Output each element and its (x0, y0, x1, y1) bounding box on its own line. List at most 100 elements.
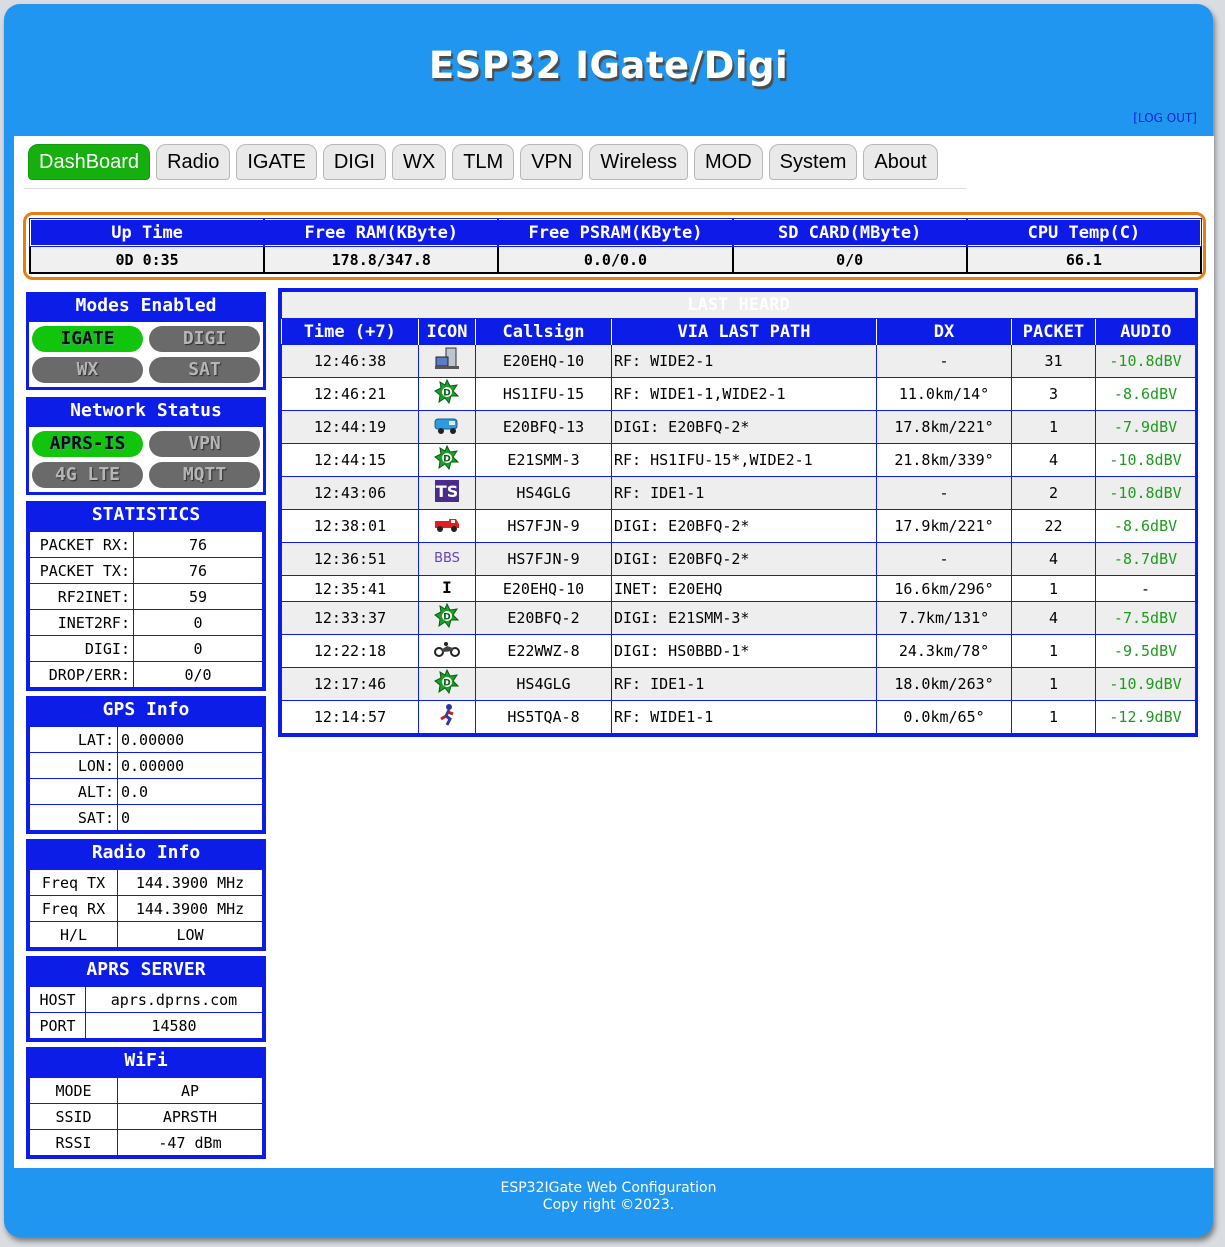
last-heard-panel: LAST HEARD Time (+7) ICON Callsign VIA LAST… (278, 288, 1198, 737)
tab-igate[interactable]: IGATE (236, 144, 317, 180)
packet-cell: 1 (1011, 667, 1096, 701)
status-pill-vpn: VPN (149, 431, 260, 457)
dx-cell: 16.6km/296° (876, 575, 1012, 602)
time-cell: 12:22:18 (281, 634, 419, 668)
tab-tlm[interactable]: TLM (452, 144, 515, 180)
logout-link[interactable]: [LOG OUT] (1133, 111, 1197, 125)
status-pill-4g-lte: 4G LTE (32, 462, 143, 488)
audio-cell: -10.8dBV (1094, 476, 1197, 510)
statistics-panel: STATISTICS PACKET RX: 76 PACKET TX: 76 RF2IN… (26, 501, 266, 691)
wifi-title: WiFi (29, 1050, 263, 1077)
time-cell: 12:46:21 (281, 377, 419, 411)
time-cell: 12:36:51 (281, 542, 419, 576)
stat-value: 178.8/347.8 (263, 245, 500, 274)
info-key: LON: (29, 752, 118, 779)
tab-system[interactable]: System (768, 144, 858, 180)
info-value: 76 (133, 557, 263, 584)
modes-title: Modes Enabled (29, 295, 263, 322)
nav-tabs: DashBoard Radio IGATE DIGI WX TLM VPN Wireless M… (28, 144, 938, 180)
info-row: MODE AP (29, 1077, 263, 1104)
time-cell: 12:44:19 (281, 410, 419, 444)
svg-text:TS: TS (436, 482, 458, 501)
column-header: AUDIO (1095, 318, 1196, 345)
page-title: ESP32 IGate/Digi (428, 44, 789, 87)
info-value: LOW (117, 921, 263, 948)
footer-title: ESP32IGate Web Configuration (500, 1180, 717, 1196)
status-pill-igate: IGATE (32, 326, 143, 352)
bbs-icon: BBS (433, 547, 461, 571)
tab-radio[interactable]: Radio (156, 144, 231, 180)
info-value: 0.00000 (117, 726, 263, 753)
time-cell: 12:17:46 (281, 667, 419, 701)
via-cell: RF: WIDE1-1,WIDE2-1 (611, 377, 877, 411)
table-row: 12:22:18 E22WWZ-8 DIGI: HS0BBD-1* 24.3km/78… (281, 634, 1197, 668)
stat-header: Free PSRAM(KByte) (497, 218, 734, 247)
call-cell: E22WWZ-8 (475, 634, 612, 668)
digi-star-icon: D (434, 668, 460, 699)
info-key: H/L (29, 921, 118, 948)
dx-cell: 18.0km/263° (876, 667, 1012, 701)
gps-title: GPS Info (29, 699, 263, 726)
info-key: DROP/ERR: (29, 661, 134, 688)
tab-about[interactable]: About (863, 144, 938, 180)
call-cell: E20BFQ-13 (475, 410, 612, 444)
table-row: 12:17:46 D HS4GLG RF: IDE1-1 18.0km/263° 1 -10… (281, 667, 1197, 701)
svg-text:D: D (443, 389, 450, 399)
via-cell: RF: IDE1-1 (611, 476, 877, 510)
info-key: LAT: (29, 726, 118, 753)
audio-cell: -7.9dBV (1094, 410, 1197, 444)
audio-cell: -7.5dBV (1094, 601, 1197, 635)
icon-cell: D (418, 601, 476, 635)
packet-cell: 1 (1011, 634, 1096, 668)
status-pill-aprs-is: APRS-IS (32, 431, 143, 457)
radio-title: Radio Info (29, 842, 263, 869)
radio-info-panel: Radio Info Freq TX 144.3900 MHz Freq RX 144… (26, 839, 266, 951)
column-header: VIA LAST PATH (611, 318, 877, 345)
info-key: PACKET TX: (29, 557, 134, 584)
footer: ESP32IGate Web Configuration Copy right … (4, 1180, 1213, 1214)
audio-cell: -10.9dBV (1094, 667, 1197, 701)
info-key: Freq TX (29, 869, 118, 896)
stat-header: Up Time (28, 218, 266, 247)
info-value: AP (117, 1077, 263, 1104)
dx-cell: 21.8km/339° (876, 443, 1012, 477)
stat-value: 66.1 (965, 245, 1203, 274)
packet-cell: 4 (1011, 542, 1096, 576)
tab-dashboard[interactable]: DashBoard (28, 144, 151, 180)
system-stats-panel: Up Time Free RAM(KByte) Free PSRAM(KByte) S… (23, 212, 1206, 280)
column-header: PACKET (1011, 318, 1096, 345)
via-cell: RF: WIDE1-1 (611, 700, 877, 734)
info-key: INET2RF: (29, 609, 134, 636)
info-value: 144.3900 MHz (117, 895, 263, 922)
via-cell: RF: IDE1-1 (611, 667, 877, 701)
icon-cell (418, 410, 476, 444)
info-row: DROP/ERR: 0/0 (29, 661, 263, 688)
dx-cell: - (876, 542, 1012, 576)
dx-cell: 7.7km/131° (876, 601, 1012, 635)
info-row: SSID APRSTH (29, 1103, 263, 1130)
tab-digi[interactable]: DIGI (322, 144, 386, 180)
info-value: 59 (133, 583, 263, 610)
packet-cell: 3 (1011, 377, 1096, 411)
info-key: PORT (29, 1012, 86, 1039)
stat-header: CPU Temp(C) (965, 218, 1203, 247)
info-row: RF2INET: 59 (29, 583, 263, 610)
dx-cell: 17.8km/221° (876, 410, 1012, 444)
motorcycle-icon (433, 640, 461, 662)
via-cell: DIGI: E20BFQ-2* (611, 509, 877, 543)
tab-wx[interactable]: WX (391, 144, 447, 180)
tab-vpn[interactable]: VPN (520, 144, 584, 180)
via-cell: DIGI: HS0BBD-1* (611, 634, 877, 668)
svg-text:D: D (443, 679, 450, 689)
dx-cell: 17.9km/221° (876, 509, 1012, 543)
svg-text:D: D (443, 613, 450, 623)
icon-cell: TS (418, 476, 476, 510)
tab-wireless[interactable]: Wireless (589, 144, 688, 180)
info-row: RSSI -47 dBm (29, 1129, 263, 1156)
info-row: Freq TX 144.3900 MHz (29, 869, 263, 896)
info-row: LAT: 0.00000 (29, 726, 263, 753)
info-row: DIGI: 0 (29, 635, 263, 662)
status-pill-wx: WX (32, 357, 143, 383)
tab-mod[interactable]: MOD (694, 144, 763, 180)
info-key: HOST (29, 986, 86, 1013)
